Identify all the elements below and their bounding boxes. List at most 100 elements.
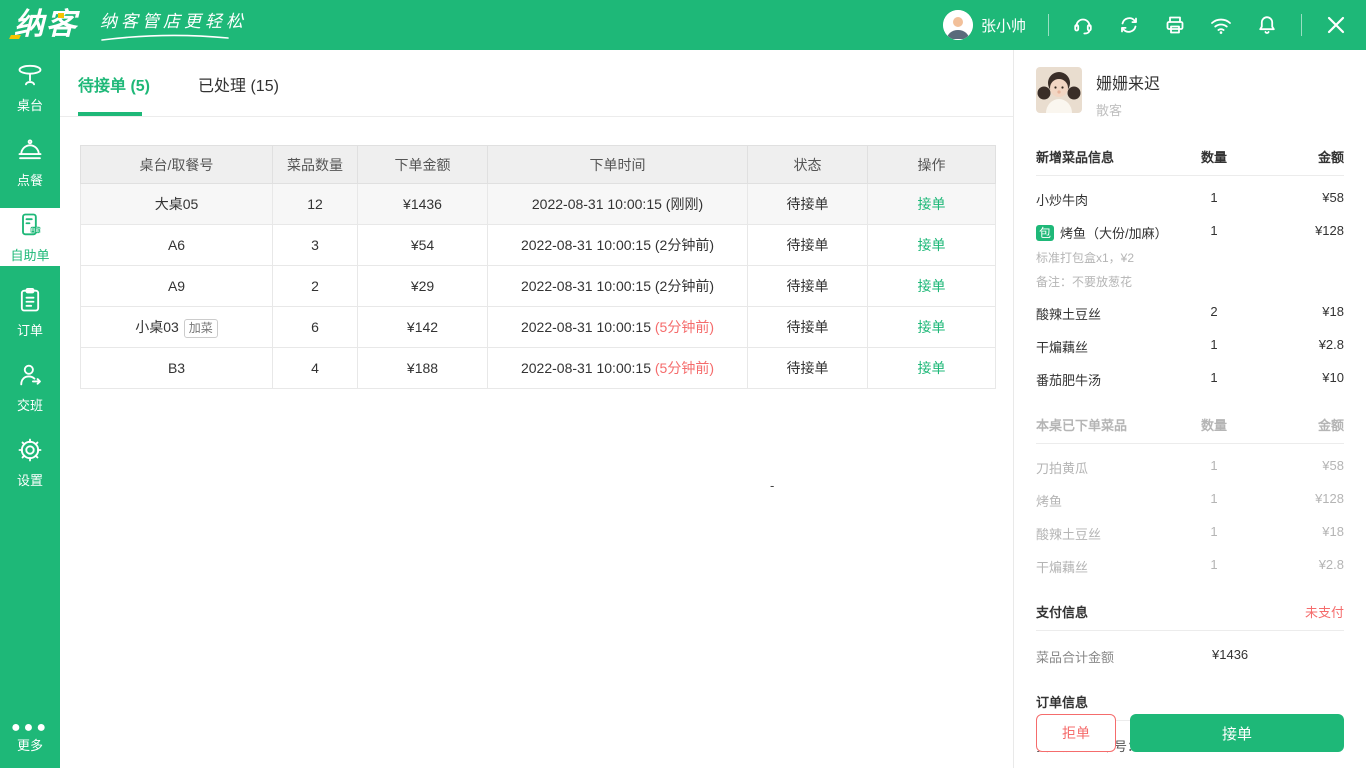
table-row[interactable]: B3 4 ¥188 2022-08-31 10:00:15 (5分钟前) 待接单… bbox=[81, 348, 996, 389]
orders-table-header: 桌台/取餐号 菜品数量 下单金额 下单时间 状态 操作 bbox=[81, 146, 996, 184]
order-list-icon bbox=[16, 286, 44, 317]
cell-amount: ¥1436 bbox=[358, 184, 488, 225]
customer-service-icon[interactable] bbox=[1071, 13, 1095, 37]
cell-table: 大桌05 bbox=[81, 184, 273, 225]
svg-text:自助: 自助 bbox=[30, 225, 41, 233]
dish-item: 烤鱼 1 ¥128 bbox=[1036, 491, 1344, 510]
brand-area: 纳客 纳客管店更轻松 bbox=[14, 3, 247, 47]
cell-status: 待接单 bbox=[748, 307, 868, 348]
dish-item: 番茄肥牛汤 1 ¥10 bbox=[1036, 370, 1344, 389]
header-divider bbox=[1301, 14, 1302, 36]
sidebar-item-shift[interactable]: 交班 bbox=[0, 358, 60, 416]
dish-item: 干煸藕丝 1 ¥2.8 bbox=[1036, 337, 1344, 356]
col-count: 菜品数量 bbox=[273, 146, 358, 184]
reject-button[interactable]: 拒单 bbox=[1036, 714, 1116, 752]
top-bar: 纳客 纳客管店更轻松 张小帅 bbox=[0, 0, 1366, 50]
table-row[interactable]: 小桌03加菜 6 ¥142 2022-08-31 10:00:15 (5分钟前)… bbox=[81, 307, 996, 348]
customer-name: 姗姗来迟 bbox=[1096, 70, 1160, 94]
order-info-header: 订单信息 bbox=[1036, 692, 1344, 711]
pack-detail: 标准打包盒x1，¥2 bbox=[1036, 249, 1344, 266]
pack-badge: 包 bbox=[1036, 225, 1054, 241]
header-divider bbox=[1048, 14, 1049, 36]
table-icon bbox=[16, 61, 44, 92]
payment-total-row: 菜品合计金额 ¥1436 bbox=[1036, 647, 1344, 666]
bell-icon[interactable] bbox=[1255, 13, 1279, 37]
accept-order-link[interactable]: 接单 bbox=[918, 360, 946, 376]
time-suffix: (2分钟前) bbox=[655, 237, 714, 253]
main-content: 待接单 (5) 已处理 (15) 桌台/取餐号 菜品数量 下单金额 下单时间 状… bbox=[60, 50, 1014, 768]
tab-pending[interactable]: 待接单 (5) bbox=[78, 50, 150, 116]
sidebar-item-orders[interactable]: 订单 bbox=[0, 283, 60, 341]
sidebar-item-ordering[interactable]: 点餐 bbox=[0, 133, 60, 191]
top-bar-right: 张小帅 bbox=[943, 10, 1348, 40]
divider bbox=[1036, 175, 1344, 176]
order-detail-panel: 姗姗来迟 散客 新增菜品信息 数量 金额 小炒牛肉 1 ¥58 包烤鱼（大份/加… bbox=[1014, 50, 1366, 768]
cell-time: 2022-08-31 10:00:15 (5分钟前) bbox=[488, 307, 748, 348]
sidebar-item-tables[interactable]: 桌台 bbox=[0, 58, 60, 116]
col-time: 下单时间 bbox=[488, 146, 748, 184]
customer-meta: 姗姗来迟 散客 bbox=[1096, 67, 1160, 119]
sidebar-item-label: 自助单 bbox=[10, 245, 49, 264]
sidebar-item-more[interactable]: ●●● 更多 bbox=[0, 723, 60, 754]
cell-time: 2022-08-31 10:00:15 (2分钟前) bbox=[488, 225, 748, 266]
shift-icon bbox=[16, 361, 44, 392]
cloche-icon bbox=[16, 136, 44, 167]
payment-total-value: ¥1436 bbox=[1212, 647, 1248, 666]
app-logo: 纳客 bbox=[14, 3, 78, 47]
brand-slogan-wrap: 纳客管店更轻松 bbox=[100, 7, 247, 42]
gear-icon bbox=[16, 436, 44, 467]
cell-amount: ¥29 bbox=[358, 266, 488, 307]
table-row[interactable]: A9 2 ¥29 2022-08-31 10:00:15 (2分钟前) 待接单 … bbox=[81, 266, 996, 307]
wifi-icon[interactable] bbox=[1209, 13, 1233, 37]
printer-icon[interactable] bbox=[1163, 13, 1187, 37]
customer-type: 散客 bbox=[1096, 100, 1160, 119]
cell-action: 接单 bbox=[868, 184, 996, 225]
cell-status: 待接单 bbox=[748, 348, 868, 389]
tab-bar: 待接单 (5) 已处理 (15) bbox=[60, 50, 1013, 117]
time-suffix: (5分钟前) bbox=[655, 360, 714, 376]
cell-amount: ¥54 bbox=[358, 225, 488, 266]
cell-amount: ¥142 bbox=[358, 307, 488, 348]
new-dishes-header: 新增菜品信息 数量 金额 bbox=[1036, 147, 1344, 166]
dish-item: 酸辣土豆丝 2 ¥18 bbox=[1036, 304, 1344, 323]
cell-count: 6 bbox=[273, 307, 358, 348]
app-slogan: 纳客管店更轻松 bbox=[100, 7, 247, 32]
col-action: 操作 bbox=[868, 146, 996, 184]
orders-table: 桌台/取餐号 菜品数量 下单金额 下单时间 状态 操作 大桌05 12 ¥143… bbox=[80, 145, 996, 389]
time-suffix: (2分钟前) bbox=[655, 278, 714, 294]
sidebar-item-settings[interactable]: 设置 bbox=[0, 433, 60, 491]
table-row[interactable]: 大桌05 12 ¥1436 2022-08-31 10:00:15 (刚刚) 待… bbox=[81, 184, 996, 225]
new-dishes-title: 新增菜品信息 bbox=[1036, 147, 1184, 166]
cell-time: 2022-08-31 10:00:15 (2分钟前) bbox=[488, 266, 748, 307]
cell-status: 待接单 bbox=[748, 266, 868, 307]
accept-order-link[interactable]: 接单 bbox=[918, 237, 946, 253]
cell-status: 待接单 bbox=[748, 225, 868, 266]
accept-order-link[interactable]: 接单 bbox=[918, 278, 946, 294]
user-menu[interactable]: 张小帅 bbox=[943, 10, 1026, 40]
cell-count: 4 bbox=[273, 348, 358, 389]
order-info-title: 订单信息 bbox=[1036, 692, 1344, 711]
cell-time: 2022-08-31 10:00:15 (刚刚) bbox=[488, 184, 748, 225]
tab-processed[interactable]: 已处理 (15) bbox=[198, 50, 279, 116]
panel-actions: 拒单 接单 bbox=[1036, 714, 1344, 752]
sidebar-item-label: 订单 bbox=[17, 320, 43, 339]
close-icon[interactable] bbox=[1324, 13, 1348, 37]
accept-button[interactable]: 接单 bbox=[1130, 714, 1344, 752]
payment-status-badge: 未支付 bbox=[1305, 602, 1344, 621]
amount-header: 金额 bbox=[1270, 147, 1344, 166]
sidebar-item-self-order[interactable]: 自助 自助单 bbox=[0, 208, 60, 266]
time-suffix: (5分钟前) bbox=[655, 319, 714, 335]
cell-count: 12 bbox=[273, 184, 358, 225]
cell-action: 接单 bbox=[868, 307, 996, 348]
sync-icon[interactable] bbox=[1117, 13, 1141, 37]
col-status: 状态 bbox=[748, 146, 868, 184]
accept-order-link[interactable]: 接单 bbox=[918, 319, 946, 335]
sidebar-item-label: 桌台 bbox=[17, 95, 43, 114]
accept-order-link[interactable]: 接单 bbox=[918, 196, 946, 212]
payment-title: 支付信息 bbox=[1036, 602, 1305, 621]
table-row[interactable]: A6 3 ¥54 2022-08-31 10:00:15 (2分钟前) 待接单 … bbox=[81, 225, 996, 266]
dish-item: 刀拍黄瓜 1 ¥58 bbox=[1036, 458, 1344, 477]
dish-item: 干煸藕丝 1 ¥2.8 bbox=[1036, 557, 1344, 576]
amount-header: 金额 bbox=[1270, 415, 1344, 434]
cell-time: 2022-08-31 10:00:15 (5分钟前) bbox=[488, 348, 748, 389]
